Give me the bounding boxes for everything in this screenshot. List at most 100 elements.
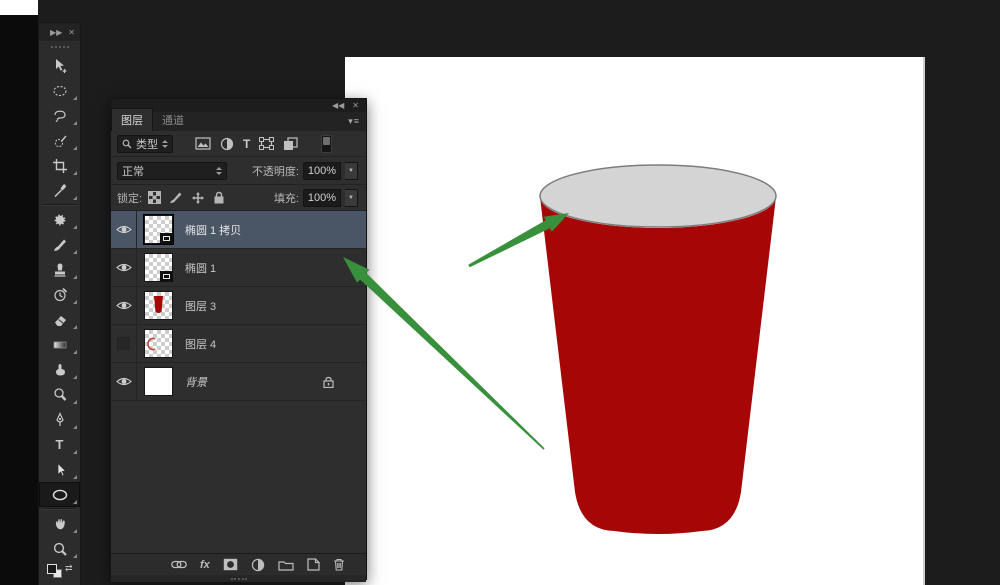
- fill-dropdown-icon[interactable]: ▼: [345, 189, 358, 207]
- layer-thumbnail[interactable]: [144, 329, 173, 358]
- lasso-icon: [55, 111, 65, 121]
- healing-patch-icon: [55, 215, 63, 223]
- opacity-input[interactable]: 100%: [303, 162, 341, 180]
- select-stepper-icon: [162, 140, 168, 148]
- tab-channels[interactable]: 通道: [153, 109, 193, 131]
- tool-group-divider: [43, 508, 76, 510]
- crop-icon: [53, 159, 67, 173]
- pen-tool[interactable]: [39, 407, 80, 432]
- layer-thumbnail[interactable]: [144, 215, 173, 244]
- clone-stamp-tool[interactable]: [39, 257, 80, 282]
- filter-shape-layers-icon[interactable]: [259, 137, 274, 150]
- crop-tool[interactable]: [39, 153, 80, 178]
- visibility-toggle[interactable]: [111, 363, 137, 401]
- move-tool[interactable]: [39, 53, 80, 78]
- lock-all-icon[interactable]: [213, 191, 225, 204]
- eraser-tool[interactable]: [39, 307, 80, 332]
- brush-icon: [54, 239, 66, 251]
- visibility-toggle[interactable]: [111, 325, 137, 363]
- layers-panel: ◀◀ ✕ 图层 通道 ▾≡ 类型 T: [110, 98, 367, 580]
- search-icon: [122, 139, 132, 149]
- close-panel-icon[interactable]: ✕: [68, 28, 75, 37]
- visibility-toggle[interactable]: [111, 211, 137, 249]
- filter-type-layers-icon[interactable]: T: [243, 137, 250, 151]
- new-group-button[interactable]: [278, 559, 294, 571]
- healing-brush-tool[interactable]: [39, 207, 80, 232]
- layer-row-layer-3[interactable]: 图层 3: [111, 287, 366, 325]
- foreground-color-swatch[interactable]: [47, 564, 57, 574]
- tools-panel: ▶▶ ✕: [38, 22, 81, 585]
- add-layer-mask-button[interactable]: [223, 558, 238, 571]
- layer-name[interactable]: 图层 3: [185, 298, 216, 314]
- tab-layers[interactable]: 图层: [111, 108, 153, 131]
- quick-selection-tool[interactable]: [39, 128, 80, 153]
- collapse-panel-icon[interactable]: ▶▶: [50, 28, 62, 37]
- swap-colors-icon[interactable]: ⇄: [65, 563, 73, 574]
- dodge-tool[interactable]: [39, 382, 80, 407]
- hand-tool[interactable]: [39, 511, 80, 536]
- zoom-tool[interactable]: [39, 536, 80, 561]
- clone-stamp-icon: [57, 263, 62, 270]
- opacity-dropdown-icon[interactable]: ▼: [345, 162, 358, 180]
- ellipse-tool[interactable]: [39, 482, 80, 507]
- layer-row-background[interactable]: 背景: [111, 363, 366, 401]
- close-panel-icon[interactable]: ✕: [352, 101, 359, 110]
- filter-smart-objects-icon[interactable]: [283, 137, 298, 151]
- filter-pixel-layers-icon[interactable]: [195, 137, 211, 150]
- document-canvas[interactable]: [345, 57, 925, 585]
- blend-mode-select[interactable]: 正常: [117, 162, 227, 180]
- tools-panel-grip[interactable]: [39, 41, 80, 53]
- layer-thumbnail[interactable]: [144, 291, 173, 320]
- hand-icon: [55, 519, 64, 529]
- layer-name[interactable]: 椭圆 1: [185, 260, 216, 276]
- vector-mask-badge-icon: [160, 233, 173, 244]
- eye-icon: [116, 262, 132, 273]
- smudge-finger-icon: [55, 364, 64, 376]
- layers-panel-bottombar: fx: [111, 553, 366, 575]
- layer-row-layer-4[interactable]: 图层 4: [111, 325, 366, 363]
- magnifier-icon: [54, 543, 63, 552]
- visibility-toggle[interactable]: [111, 287, 137, 325]
- color-swatches[interactable]: ⇄: [39, 561, 80, 581]
- layer-row-ellipse-1[interactable]: 椭圆 1: [111, 249, 366, 287]
- type-tool[interactable]: T: [39, 432, 80, 457]
- lock-transparent-pixels-icon[interactable]: [148, 191, 161, 204]
- hidden-visibility-box: [117, 337, 130, 350]
- layer-filter-row: 类型 T: [111, 131, 366, 157]
- layer-name[interactable]: 图层 4: [185, 336, 216, 352]
- path-selection-tool[interactable]: [39, 457, 80, 482]
- new-layer-button[interactable]: [307, 558, 320, 571]
- collapse-panel-icon[interactable]: ◀◀: [332, 101, 344, 110]
- visibility-toggle[interactable]: [111, 249, 137, 287]
- eyedropper-tool[interactable]: [39, 178, 80, 203]
- delete-layer-button[interactable]: [333, 558, 345, 571]
- fill-input[interactable]: 100%: [303, 189, 341, 207]
- new-adjustment-layer-button[interactable]: [251, 558, 265, 572]
- layer-style-button[interactable]: fx: [200, 559, 210, 571]
- layer-name[interactable]: 椭圆 1 拷贝: [185, 222, 241, 238]
- blend-mode-row: 正常 不透明度: 100% ▼: [111, 157, 366, 185]
- brush-tool[interactable]: [39, 232, 80, 257]
- lasso-tool[interactable]: [39, 103, 80, 128]
- layer-list: 椭圆 1 拷贝 椭圆 1 图层 3: [111, 211, 366, 401]
- layer-row-ellipse-1-copy[interactable]: 椭圆 1 拷贝: [111, 211, 366, 249]
- type-tool-icon: T: [56, 437, 64, 452]
- smudge-tool[interactable]: [39, 357, 80, 382]
- layer-thumbnail[interactable]: [144, 367, 173, 396]
- lock-image-pixels-icon[interactable]: [169, 191, 183, 204]
- panel-resize-grip[interactable]: [111, 575, 366, 582]
- elliptical-marquee-tool[interactable]: [39, 78, 80, 103]
- history-brush-tool[interactable]: [39, 282, 80, 307]
- layer-filter-toggle[interactable]: [321, 135, 332, 153]
- gradient-tool[interactable]: [39, 332, 80, 357]
- layer-thumbnail[interactable]: [144, 253, 173, 282]
- filter-type-select[interactable]: 类型: [117, 135, 173, 153]
- filter-adjustment-layers-icon[interactable]: [220, 137, 234, 151]
- link-layers-button[interactable]: [171, 560, 187, 569]
- marquee-ellipse-icon: [54, 86, 66, 95]
- panel-menu-icon[interactable]: ▾≡: [348, 116, 360, 127]
- layer-name[interactable]: 背景: [185, 374, 207, 390]
- lock-position-icon[interactable]: [191, 191, 205, 205]
- path-selection-icon: [58, 463, 66, 476]
- gradient-icon: [54, 342, 66, 348]
